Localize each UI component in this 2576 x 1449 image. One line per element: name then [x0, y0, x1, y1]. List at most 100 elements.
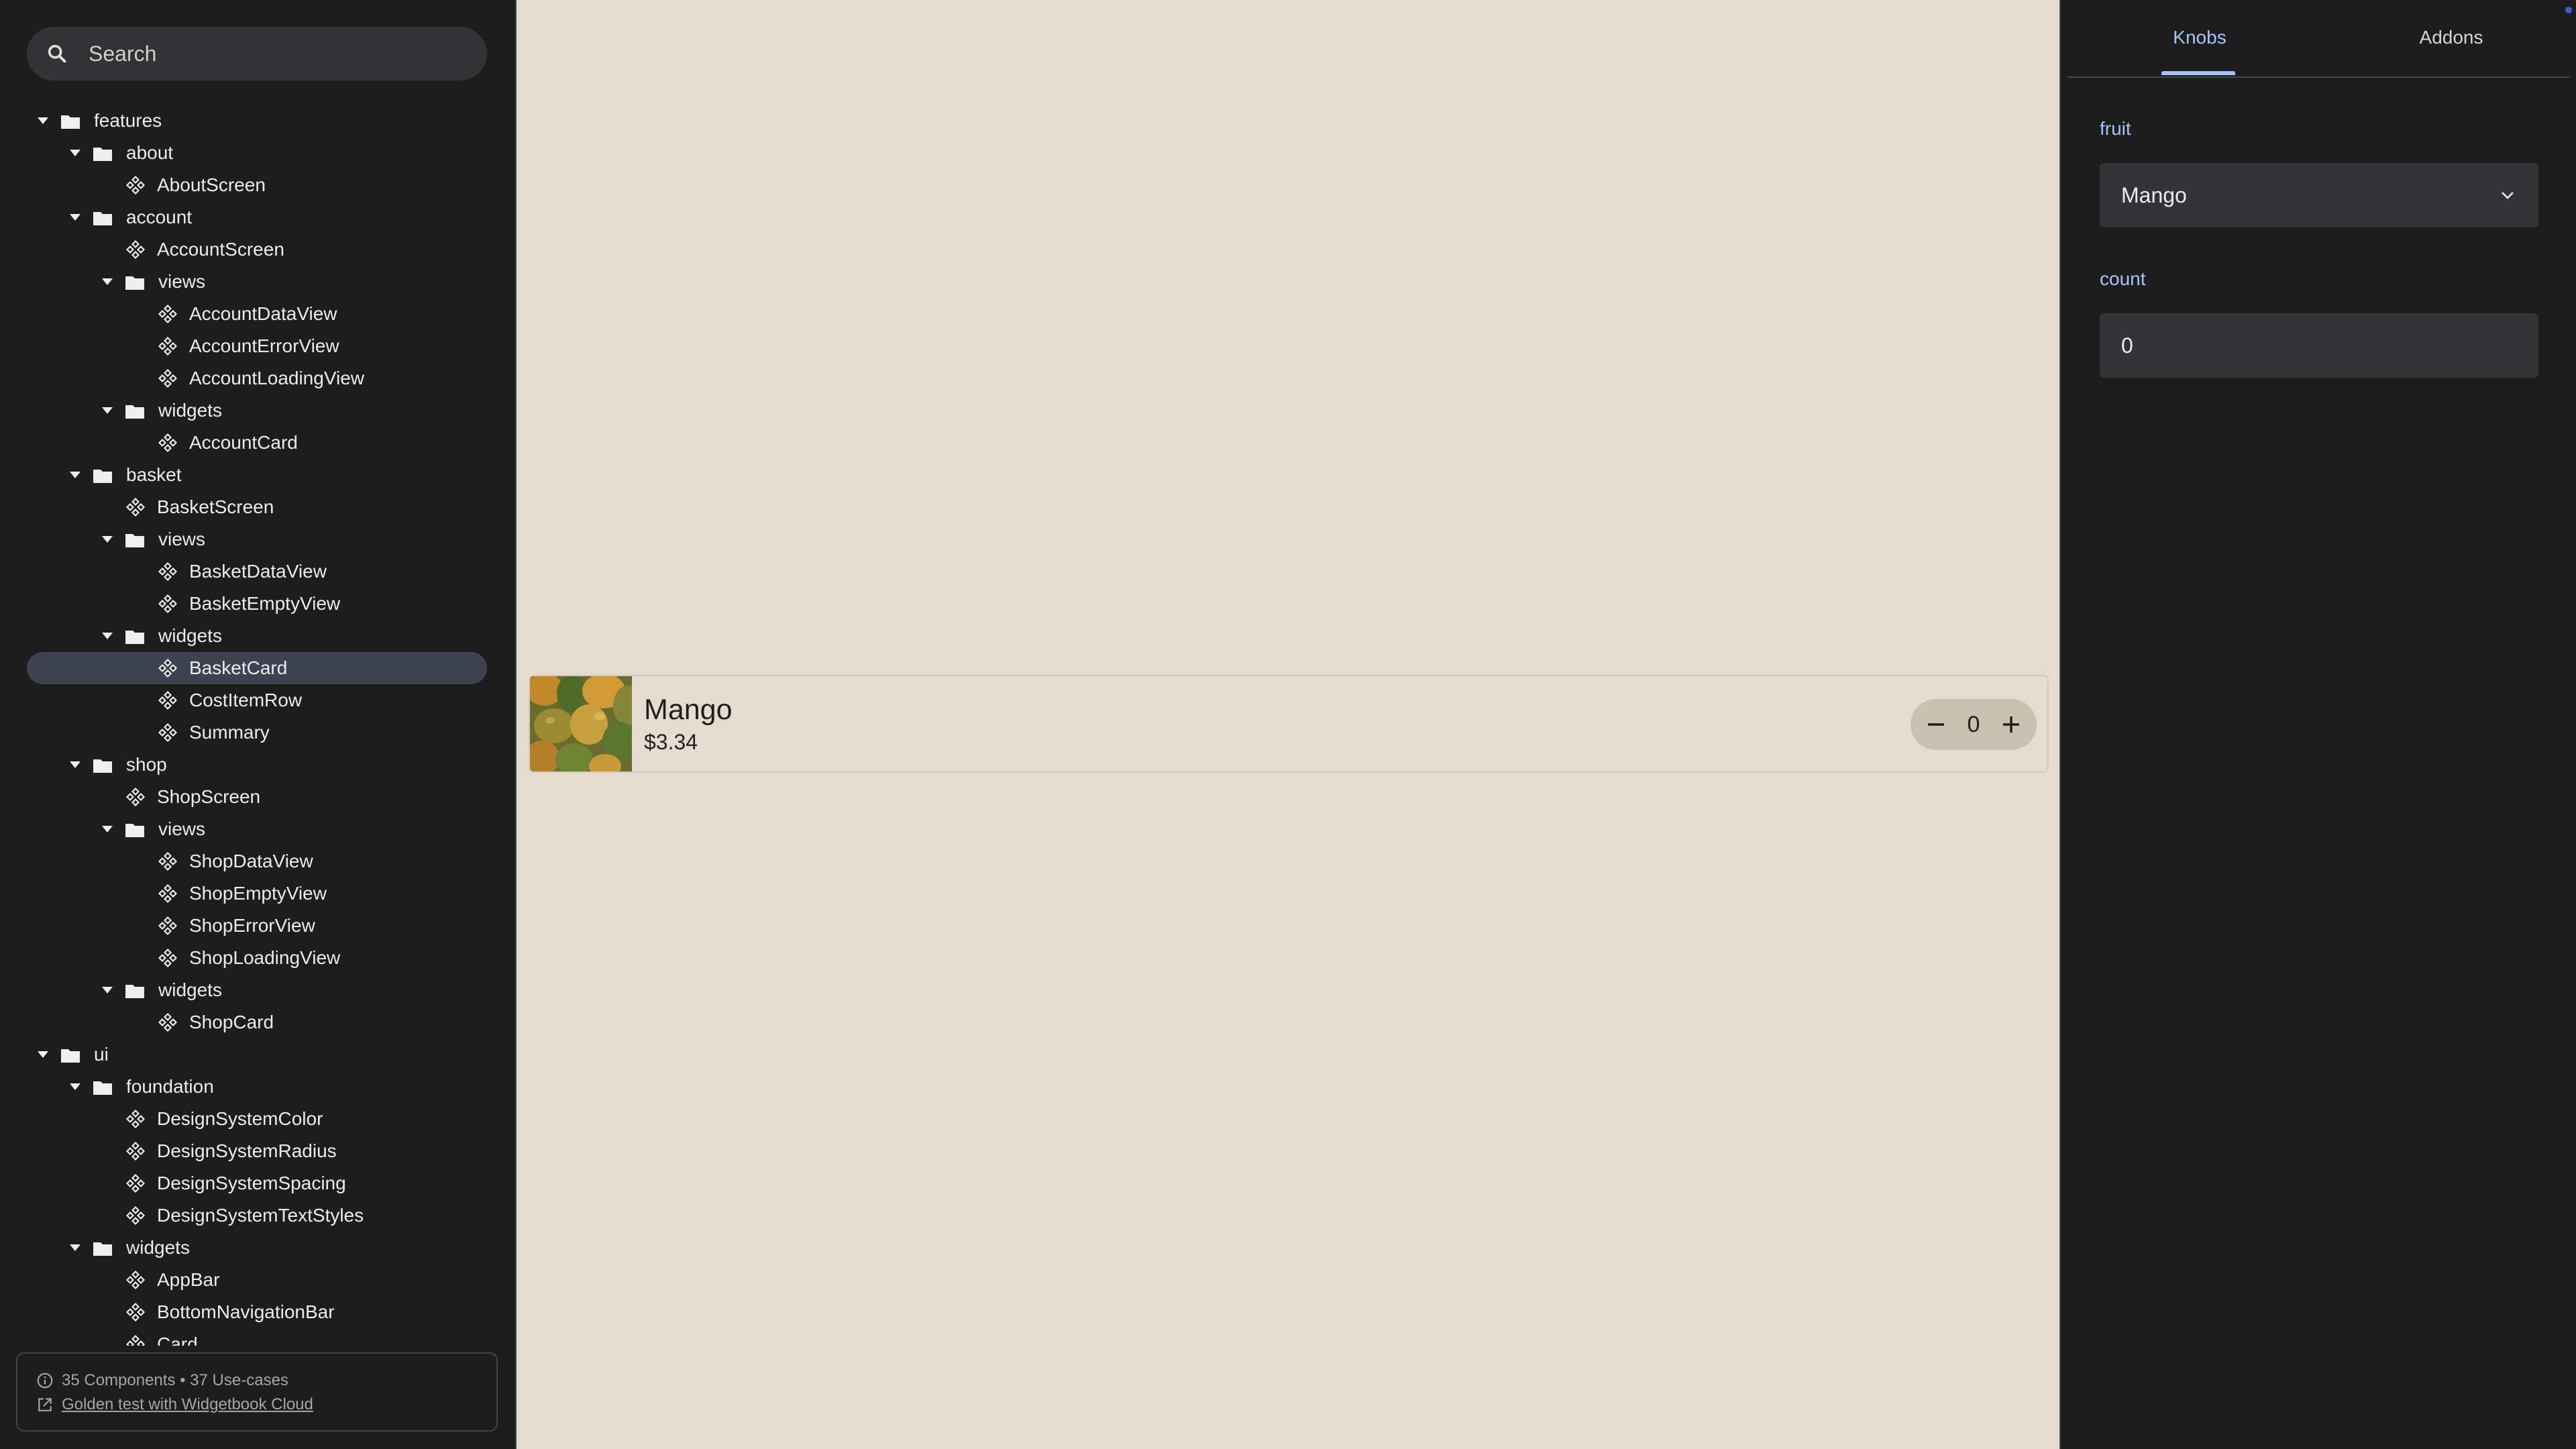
folder-icon: [93, 209, 113, 225]
tree-folder-basket[interactable]: basket: [0, 459, 515, 491]
tree-folder-widgets[interactable]: widgets: [0, 620, 515, 652]
expand-arrow-icon[interactable]: [98, 974, 117, 1006]
tree-item-label: features: [94, 110, 162, 131]
card-text: Mango $3.34: [644, 692, 732, 756]
tree-component-accountloadingview[interactable]: AccountLoadingView: [0, 362, 515, 394]
tree-component-designsystemcolor[interactable]: DesignSystemColor: [0, 1103, 515, 1135]
expand-arrow-icon[interactable]: [98, 266, 117, 298]
folder-icon: [125, 531, 145, 547]
knobs-panel: Knobs Addons fruit Mango count 0: [2061, 0, 2576, 1449]
tree-component-basketemptyview[interactable]: BasketEmptyView: [0, 588, 515, 620]
tree-item-label: Card: [157, 1334, 198, 1346]
tree-component-basketscreen[interactable]: BasketScreen: [0, 491, 515, 523]
tab-addons[interactable]: Addons: [2420, 27, 2483, 48]
component-icon: [125, 1173, 146, 1194]
tree-item-label: DesignSystemColor: [157, 1108, 323, 1129]
tree-item-label: Summary: [189, 722, 270, 743]
tree-item-label: foundation: [126, 1076, 214, 1097]
navigation-sidebar: features about AboutScreen account AccountSc…: [0, 0, 515, 1449]
tree-component-designsystemradius[interactable]: DesignSystemRadius: [0, 1135, 515, 1167]
component-icon: [157, 851, 178, 872]
tree-component-aboutscreen[interactable]: AboutScreen: [0, 169, 515, 201]
tree-component-accountcard[interactable]: AccountCard: [0, 427, 515, 459]
expand-arrow-icon[interactable]: [66, 201, 85, 233]
tree-component-accountscreen[interactable]: AccountScreen: [0, 233, 515, 266]
tree-component-shopdataview[interactable]: ShopDataView: [0, 845, 515, 877]
search-input[interactable]: [87, 40, 466, 67]
tree-folder-widgets[interactable]: widgets: [0, 1232, 515, 1264]
tree-component-designsystemtextstyles[interactable]: DesignSystemTextStyles: [0, 1199, 515, 1232]
folder-icon: [60, 113, 80, 129]
tree-component-appbar[interactable]: AppBar: [0, 1264, 515, 1296]
sidebar-footer: 35 Components • 37 Use-cases Golden test…: [16, 1352, 498, 1432]
component-icon: [125, 1108, 146, 1130]
tree-item-label: views: [158, 818, 206, 839]
tree-folder-features[interactable]: features: [0, 105, 515, 137]
folder-icon: [93, 757, 113, 773]
tree-component-accounterrorview[interactable]: AccountErrorView: [0, 330, 515, 362]
tree-item-label: widgets: [158, 979, 222, 1000]
expand-arrow-icon[interactable]: [98, 523, 117, 555]
expand-arrow-icon[interactable]: [66, 749, 85, 781]
tree-folder-about[interactable]: about: [0, 137, 515, 169]
tree-folder-widgets[interactable]: widgets: [0, 394, 515, 427]
component-icon: [125, 1334, 146, 1346]
decrement-button[interactable]: [1923, 711, 1949, 738]
tree-item-label: ShopScreen: [157, 786, 261, 807]
tree-item-label: widgets: [158, 625, 222, 646]
knob-count-label: count: [2100, 268, 2146, 289]
chevron-down-icon: [2502, 192, 2514, 199]
component-icon: [125, 174, 146, 196]
tree-component-basketdataview[interactable]: BasketDataView: [0, 555, 515, 588]
tree-folder-views[interactable]: views: [0, 266, 515, 298]
expand-arrow-icon[interactable]: [98, 620, 117, 652]
tree-component-accountdataview[interactable]: AccountDataView: [0, 298, 515, 330]
card-price: $3.34: [644, 730, 698, 754]
expand-arrow-icon[interactable]: [98, 394, 117, 427]
tree-component-basketcard[interactable]: BasketCard: [0, 652, 515, 684]
tree-component-costitemrow[interactable]: CostItemRow: [0, 684, 515, 716]
component-stats: 35 Components • 37 Use-cases: [62, 1371, 288, 1389]
tree-component-shopemptyview[interactable]: ShopEmptyView: [0, 877, 515, 910]
expand-arrow-icon[interactable]: [66, 459, 85, 491]
tree-folder-widgets[interactable]: widgets: [0, 974, 515, 1006]
tree-folder-account[interactable]: account: [0, 201, 515, 233]
search-bar[interactable]: [27, 27, 487, 80]
tab-knobs[interactable]: Knobs: [2173, 27, 2226, 48]
count-field[interactable]: 0: [2100, 313, 2538, 378]
expand-arrow-icon[interactable]: [66, 1232, 85, 1264]
tree-folder-ui[interactable]: ui: [0, 1038, 515, 1071]
expand-arrow-icon[interactable]: [66, 137, 85, 169]
tree-folder-views[interactable]: views: [0, 523, 515, 555]
expand-arrow-icon[interactable]: [98, 813, 117, 845]
widgetbook-cloud-link[interactable]: Golden test with Widgetbook Cloud: [62, 1395, 313, 1414]
component-icon: [125, 496, 146, 518]
tree-component-card[interactable]: Card: [0, 1328, 515, 1346]
stats-line: 35 Components • 37 Use-cases: [36, 1368, 496, 1393]
tree-component-shopcard[interactable]: ShopCard: [0, 1006, 515, 1038]
expand-arrow-icon[interactable]: [34, 1038, 52, 1071]
tree-component-shopscreen[interactable]: ShopScreen: [0, 781, 515, 813]
tree-component-bottomnavigationbar[interactable]: BottomNavigationBar: [0, 1296, 515, 1328]
tree-item-label: AccountErrorView: [189, 335, 339, 356]
quantity-stepper: 0: [1911, 699, 2037, 750]
mango-image: [530, 676, 632, 771]
fruit-dropdown[interactable]: Mango: [2100, 163, 2538, 227]
tree-component-designsystemspacing[interactable]: DesignSystemSpacing: [0, 1167, 515, 1199]
tree-component-shoploadingview[interactable]: ShopLoadingView: [0, 942, 515, 974]
expand-arrow-icon[interactable]: [66, 1071, 85, 1103]
folder-icon: [125, 274, 145, 290]
folder-icon: [93, 1240, 113, 1256]
tree-item-label: DesignSystemRadius: [157, 1140, 337, 1161]
tree-item-label: AppBar: [157, 1269, 220, 1290]
component-tree: features about AboutScreen account AccountSc…: [0, 105, 515, 1346]
increment-button[interactable]: [1998, 711, 2025, 738]
expand-arrow-icon[interactable]: [34, 105, 52, 137]
tree-component-shoperrorview[interactable]: ShopErrorView: [0, 910, 515, 942]
component-icon: [125, 1140, 146, 1162]
tree-item-label: about: [126, 142, 174, 163]
tree-folder-foundation[interactable]: foundation: [0, 1071, 515, 1103]
tree-folder-views[interactable]: views: [0, 813, 515, 845]
tree-component-summary[interactable]: Summary: [0, 716, 515, 749]
tree-folder-shop[interactable]: shop: [0, 749, 515, 781]
